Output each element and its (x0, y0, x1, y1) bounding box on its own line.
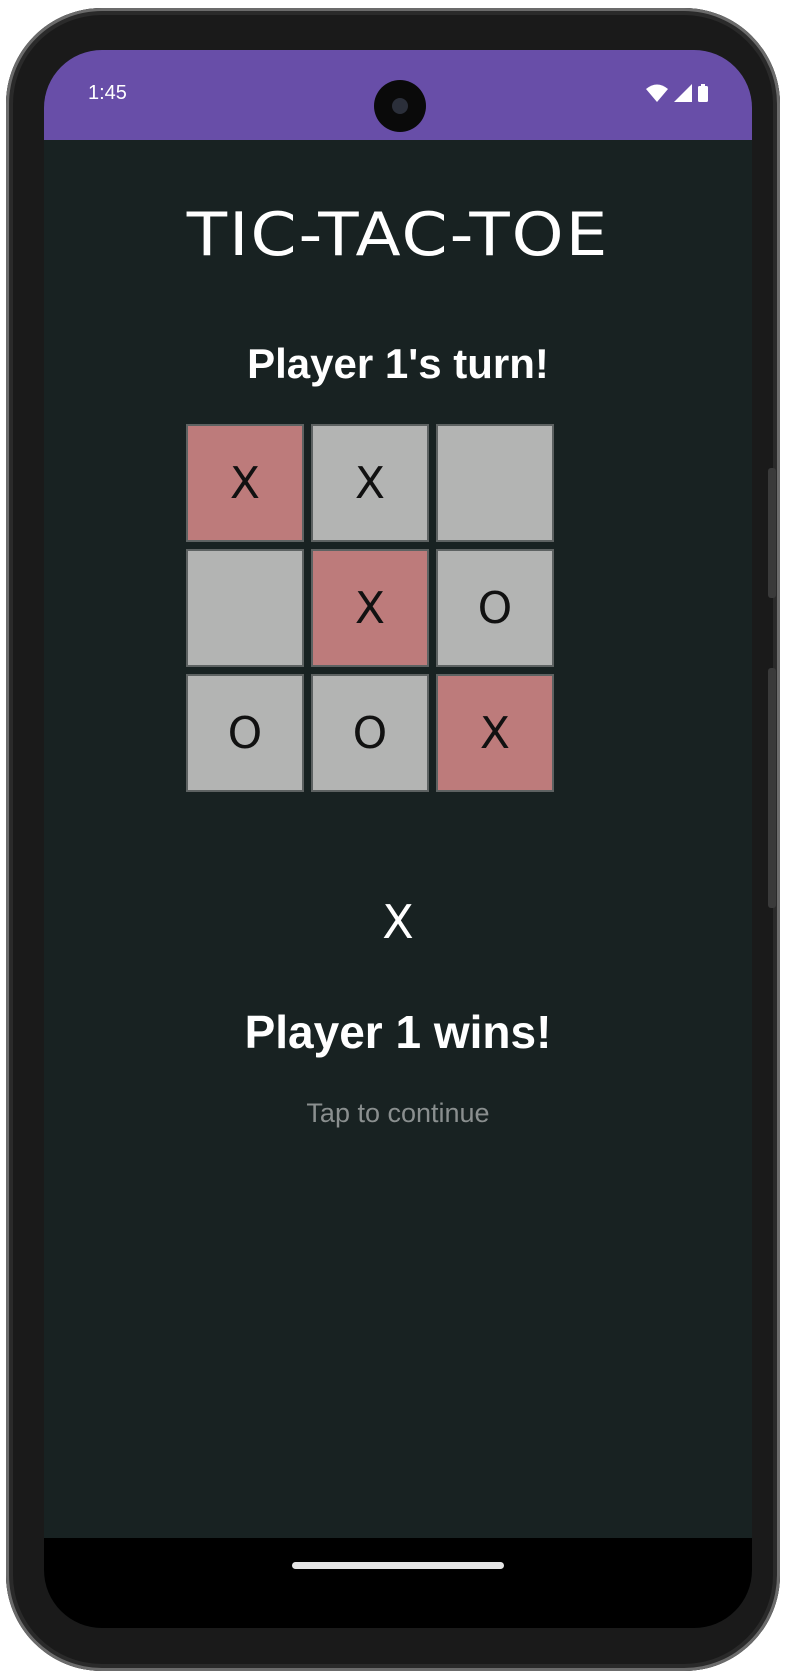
board-cell-7[interactable]: O (186, 674, 304, 792)
board-cell-2[interactable]: X (311, 424, 429, 542)
status-bar: 1:45 (44, 50, 752, 140)
phone-frame: 1:45 TIC-TAC-TOE Player 1's turn! X X X … (6, 8, 780, 1671)
board-cell-1[interactable]: X (186, 424, 304, 542)
navigation-bar (44, 1538, 752, 1628)
winner-message: Player 1 wins! (244, 1006, 552, 1058)
game-board: X X X O O O X (186, 424, 560, 798)
wifi-icon (646, 84, 668, 102)
signal-icon (674, 84, 692, 102)
status-time: 1:45 (88, 82, 127, 104)
camera-cutout (374, 80, 426, 132)
board-cell-9[interactable]: X (436, 674, 554, 792)
board-cell-5[interactable]: X (311, 549, 429, 667)
app-logo: TIC-TAC-TOE (186, 199, 610, 270)
power-button (768, 468, 776, 598)
home-indicator[interactable] (292, 1562, 504, 1569)
battery-icon (698, 84, 708, 102)
status-icons (646, 84, 708, 102)
screen[interactable]: 1:45 TIC-TAC-TOE Player 1's turn! X X X … (44, 50, 752, 1628)
board-cell-6[interactable]: O (436, 549, 554, 667)
tap-to-continue[interactable]: Tap to continue (44, 1098, 752, 1129)
board-cell-8[interactable]: O (311, 674, 429, 792)
volume-button (768, 668, 776, 908)
turn-message: Player 1's turn! (247, 340, 549, 387)
winner-mark: X (382, 895, 414, 949)
board-cell-4[interactable] (186, 549, 304, 667)
board-cell-3[interactable] (436, 424, 554, 542)
